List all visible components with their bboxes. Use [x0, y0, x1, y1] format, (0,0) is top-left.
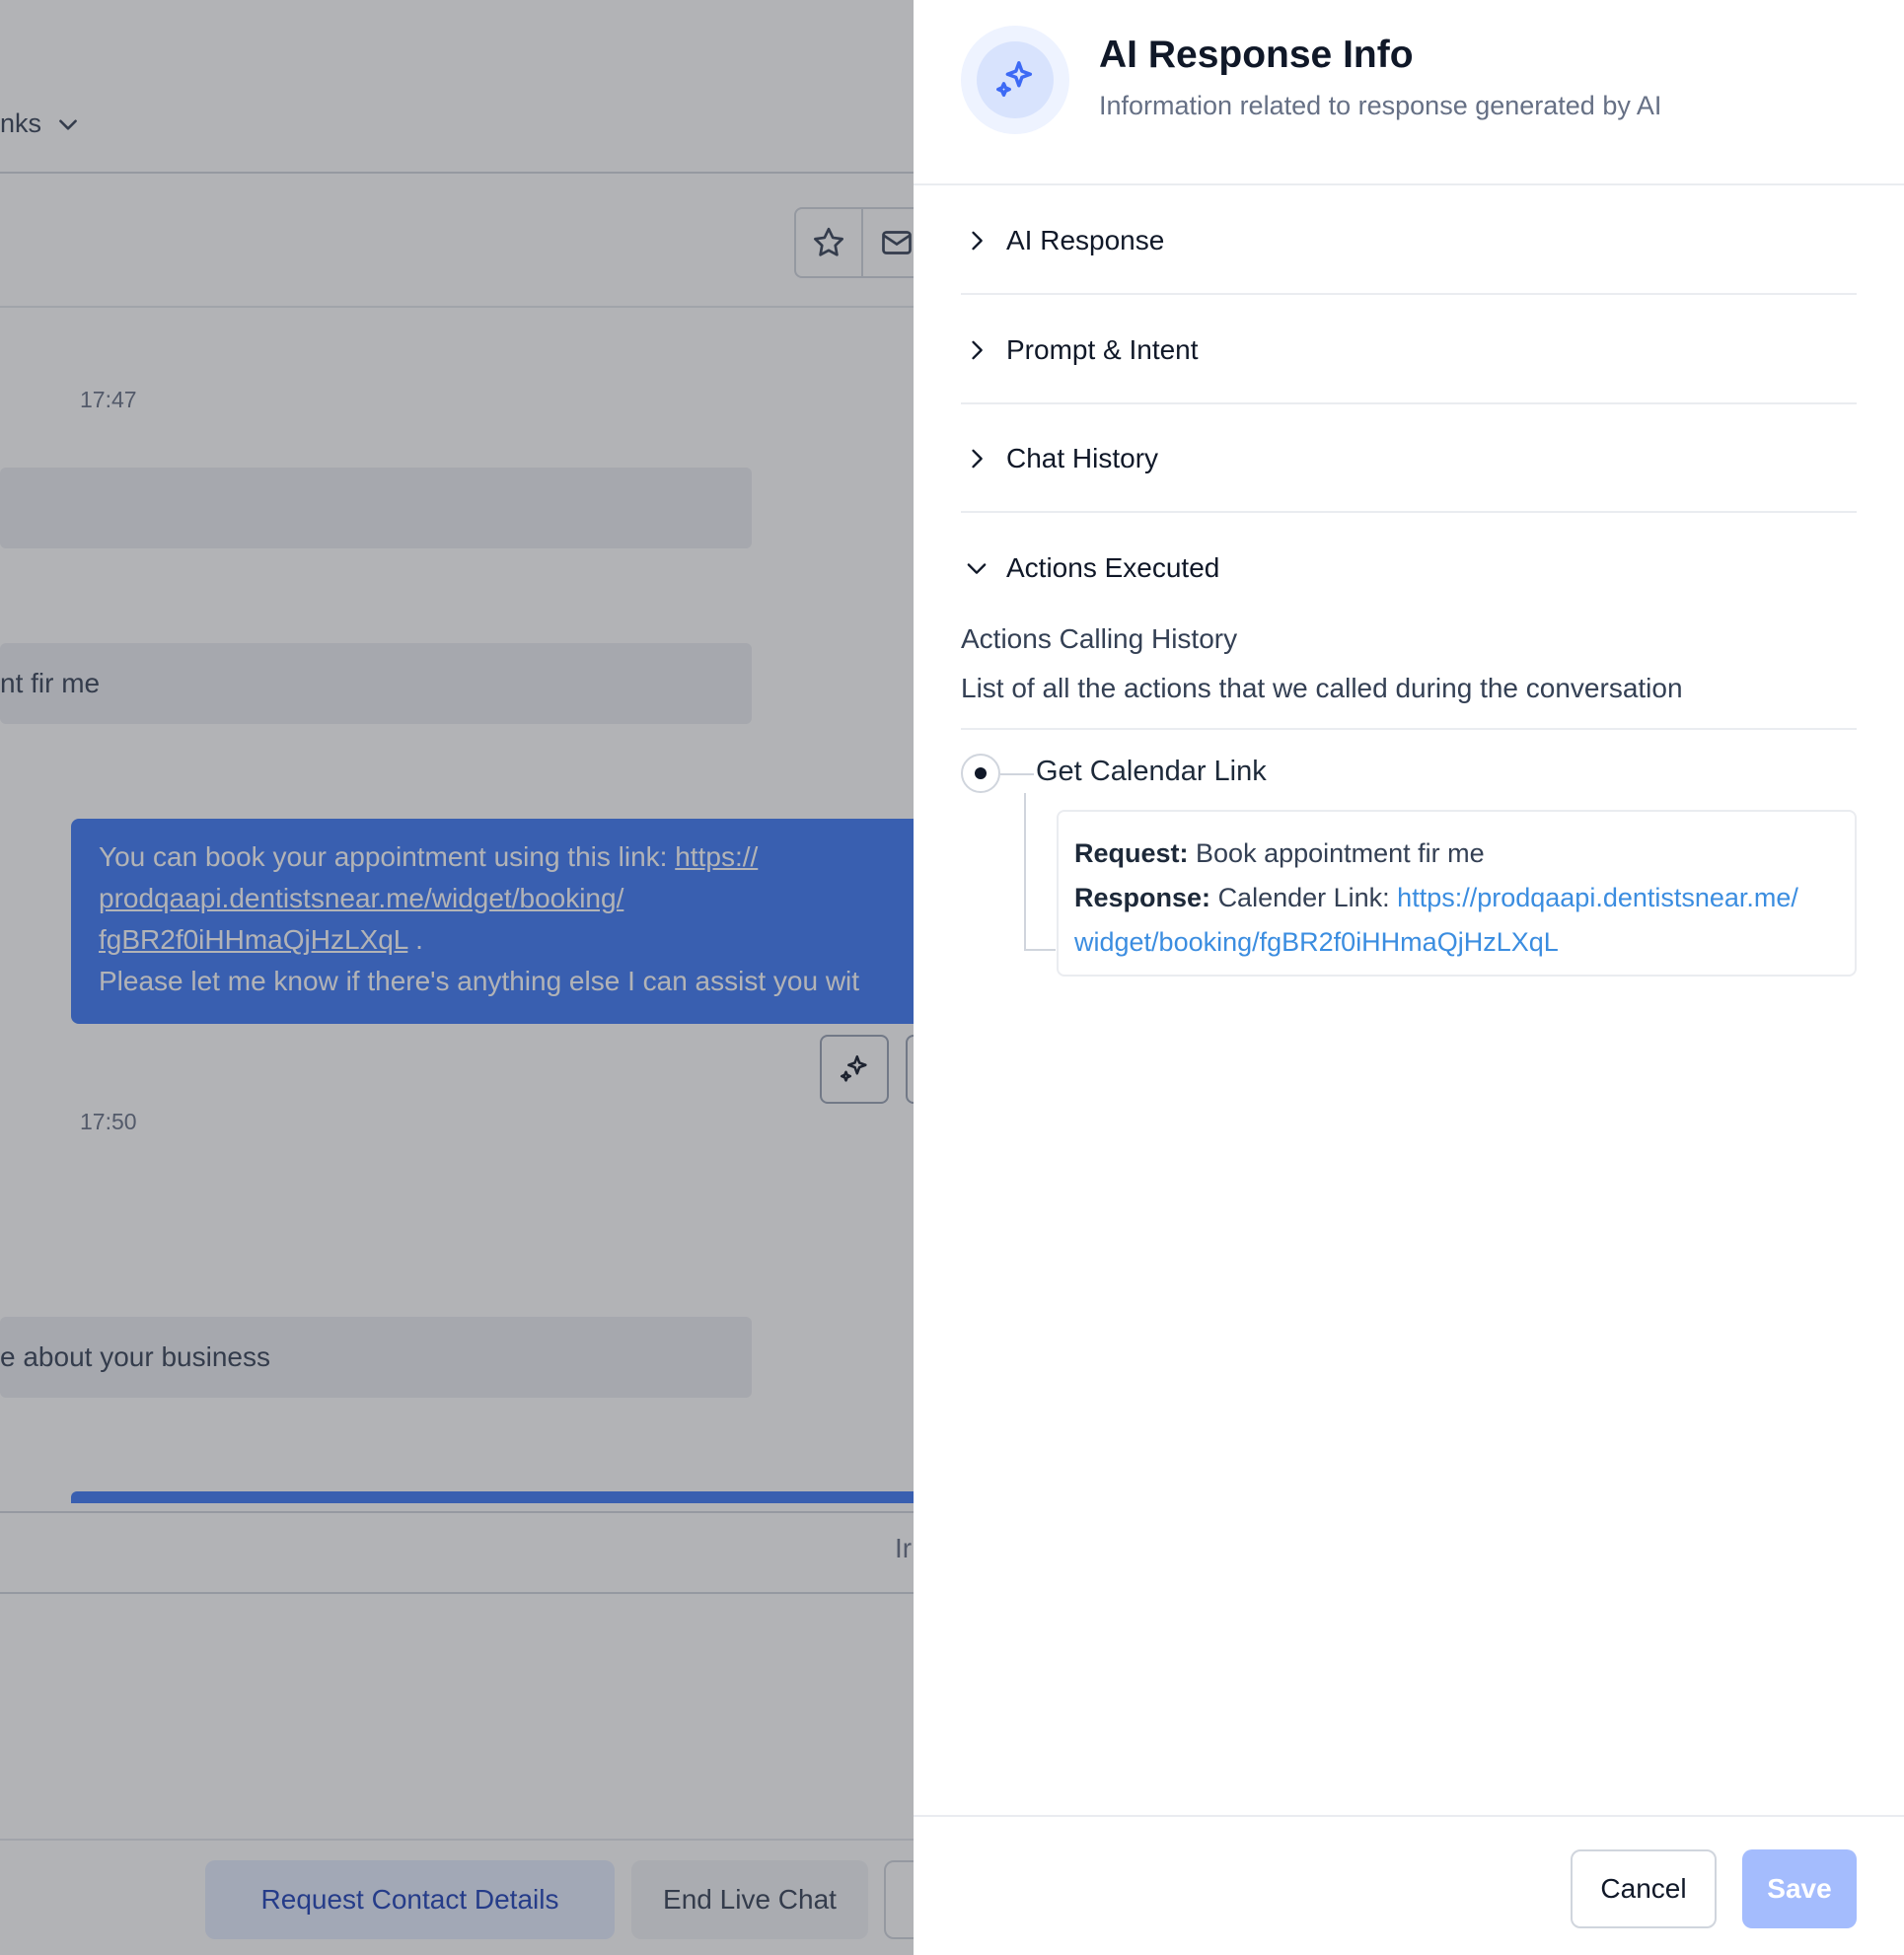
- timeline-connector: [1024, 793, 1026, 951]
- modal-overlay[interactable]: [0, 0, 914, 1955]
- accordion-ai-response: AI Response: [961, 186, 1857, 295]
- accordion-chat-history: Chat History: [961, 404, 1857, 513]
- request-label: Request:: [1074, 838, 1189, 868]
- actions-history-title: Actions Calling History: [961, 623, 1238, 654]
- drawer-title: AI Response Info: [1099, 34, 1414, 76]
- actions-history-description: List of all the actions that we called d…: [961, 673, 1683, 703]
- header-icon-badge: [961, 26, 1069, 134]
- drawer-subtitle: Information related to response generate…: [1099, 91, 1662, 120]
- action-name: Get Calendar Link: [1036, 756, 1267, 787]
- accordion-prompt-intent: Prompt & Intent: [961, 296, 1857, 404]
- timeline-connector: [1000, 773, 1034, 775]
- accordion-label: Actions Executed: [1006, 552, 1220, 583]
- response-prefix: Calender Link:: [1217, 883, 1398, 912]
- accordion-header[interactable]: AI Response: [961, 186, 1857, 295]
- request-value: Book appointment fir me: [1196, 838, 1485, 868]
- action-detail-card: Request: Book appointment fir me Respons…: [1057, 810, 1857, 977]
- chevron-right-icon: [972, 449, 983, 469]
- ai-response-info-drawer: AI Response Info Information related to …: [914, 0, 1904, 1955]
- chevron-down-icon: [967, 563, 987, 574]
- divider: [961, 728, 1857, 730]
- cancel-button[interactable]: Cancel: [1571, 1849, 1717, 1928]
- accordion-header[interactable]: Prompt & Intent: [961, 296, 1857, 404]
- response-label: Response:: [1074, 883, 1211, 912]
- accordion-actions-executed: Actions Executed: [961, 514, 1857, 622]
- accordion-label: AI Response: [1006, 225, 1165, 255]
- drawer-header: AI Response Info Information related to …: [914, 0, 1904, 185]
- divider: [914, 1815, 1904, 1817]
- accordion-label: Prompt & Intent: [1006, 334, 1199, 365]
- timeline-connector: [1024, 949, 1056, 951]
- calendar-link[interactable]: https://prodqaapi.dentistsnear.me/: [1397, 883, 1798, 912]
- accordion-header[interactable]: Chat History: [961, 404, 1857, 513]
- chat-page-background: nks 17:47 nt fir me You can book your ap…: [0, 0, 914, 1955]
- save-button[interactable]: Save: [1742, 1849, 1857, 1928]
- chevron-right-icon: [972, 340, 983, 360]
- timeline-dot: [961, 754, 1000, 793]
- chevron-right-icon: [972, 231, 983, 251]
- accordion-label: Chat History: [1006, 443, 1159, 473]
- calendar-link[interactable]: widget/booking/fgBR2f0iHHmaQjHzLXqL: [1074, 927, 1559, 957]
- sparkles-icon: [996, 61, 1033, 98]
- accordion-header[interactable]: Actions Executed: [961, 514, 1857, 622]
